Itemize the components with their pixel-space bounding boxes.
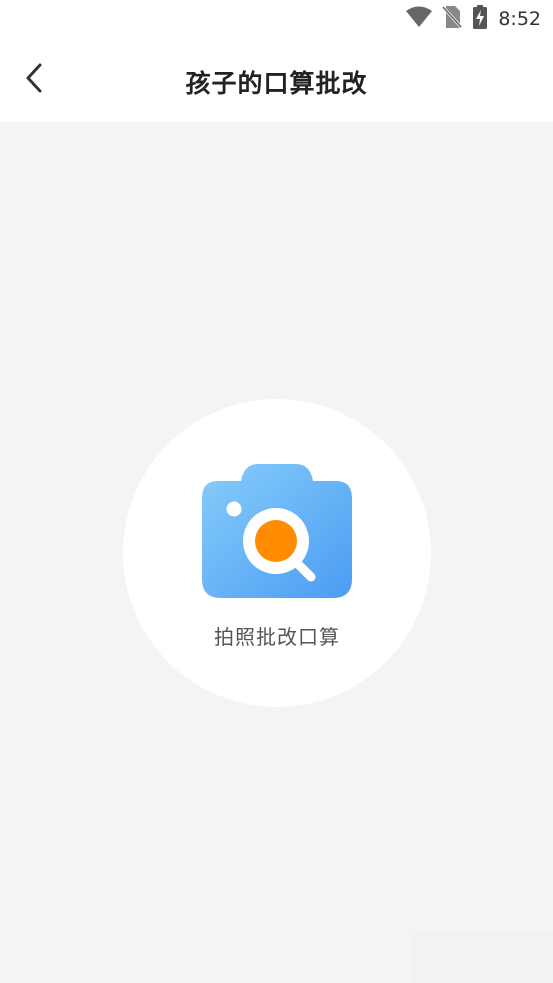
camera-search-icon <box>200 461 354 601</box>
status-bar: 8:52 <box>0 0 553 40</box>
photo-check-button[interactable]: 拍照批改口算 <box>123 399 431 707</box>
status-icons: 8:52 <box>406 5 541 33</box>
corner-watermark <box>411 931 553 983</box>
battery-charging-icon <box>472 5 488 33</box>
wifi-icon <box>406 6 433 32</box>
page-title: 孩子的口算批改 <box>185 69 368 98</box>
status-time: 8:52 <box>498 8 541 30</box>
main-content: 拍照批改口算 <box>0 122 553 983</box>
no-sim-icon <box>442 5 463 33</box>
photo-check-label: 拍照批改口算 <box>214 625 340 649</box>
nav-bar: 孩子的口算批改 <box>0 40 553 122</box>
